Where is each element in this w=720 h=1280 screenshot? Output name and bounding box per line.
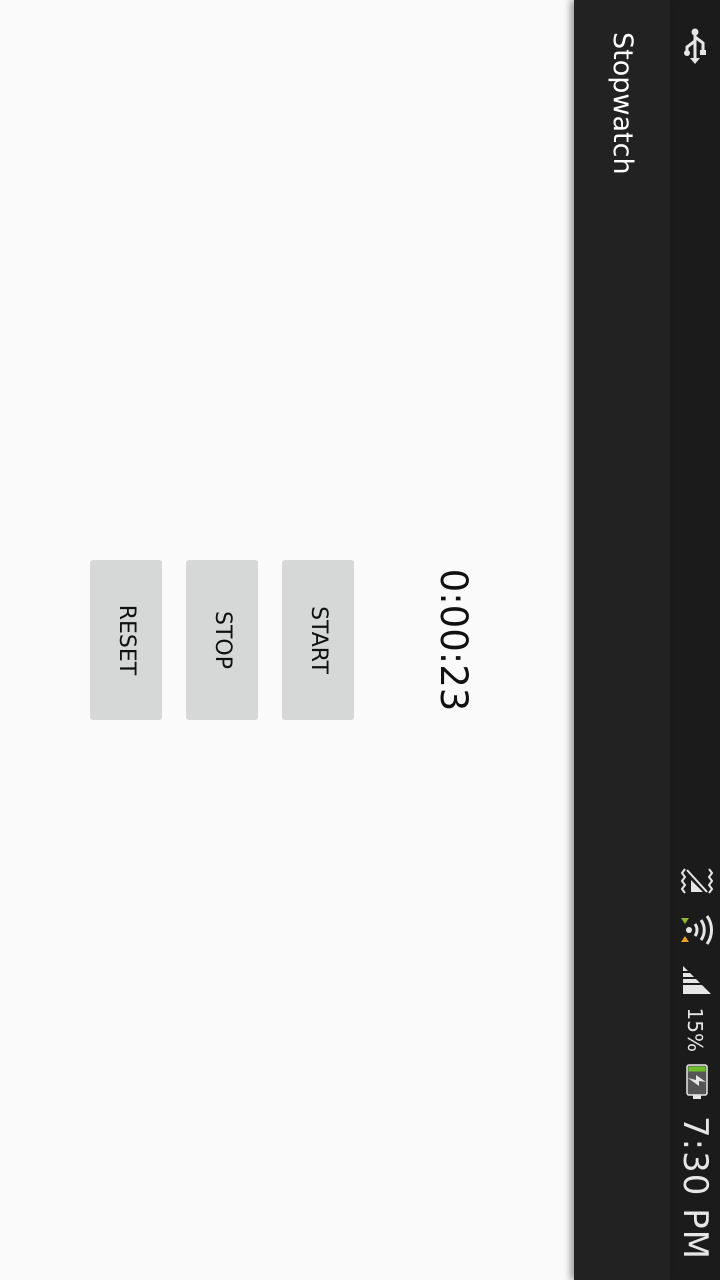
- battery-charging-icon: [681, 1064, 709, 1100]
- start-button[interactable]: START: [282, 560, 354, 720]
- no-sim-icon: [677, 866, 714, 896]
- stop-button[interactable]: STOP: [186, 560, 258, 720]
- app-title: Stopwatch: [607, 32, 638, 175]
- status-time: 7:30 PM: [675, 1116, 715, 1260]
- screen-viewport: 15% 7:30 PM Stopwatch 0:00:23 START STOP: [0, 0, 720, 1280]
- stopwatch-time-display: 0:00:23: [432, 568, 475, 712]
- status-bar-right: 15% 7:30 PM: [670, 866, 720, 1260]
- action-bar: Stopwatch: [574, 0, 670, 1280]
- status-bar-left: [670, 28, 720, 64]
- wifi-icon: [673, 908, 717, 952]
- usb-icon: [682, 28, 708, 64]
- reset-button[interactable]: RESET: [90, 560, 162, 720]
- battery-percent: 15%: [683, 1007, 707, 1052]
- signal-icon: [677, 964, 713, 996]
- app-screen: 15% 7:30 PM Stopwatch 0:00:23 START STOP: [0, 0, 720, 1280]
- stopwatch-content: 0:00:23 START STOP RESET: [0, 0, 574, 1280]
- status-bar: 15% 7:30 PM: [670, 0, 720, 1280]
